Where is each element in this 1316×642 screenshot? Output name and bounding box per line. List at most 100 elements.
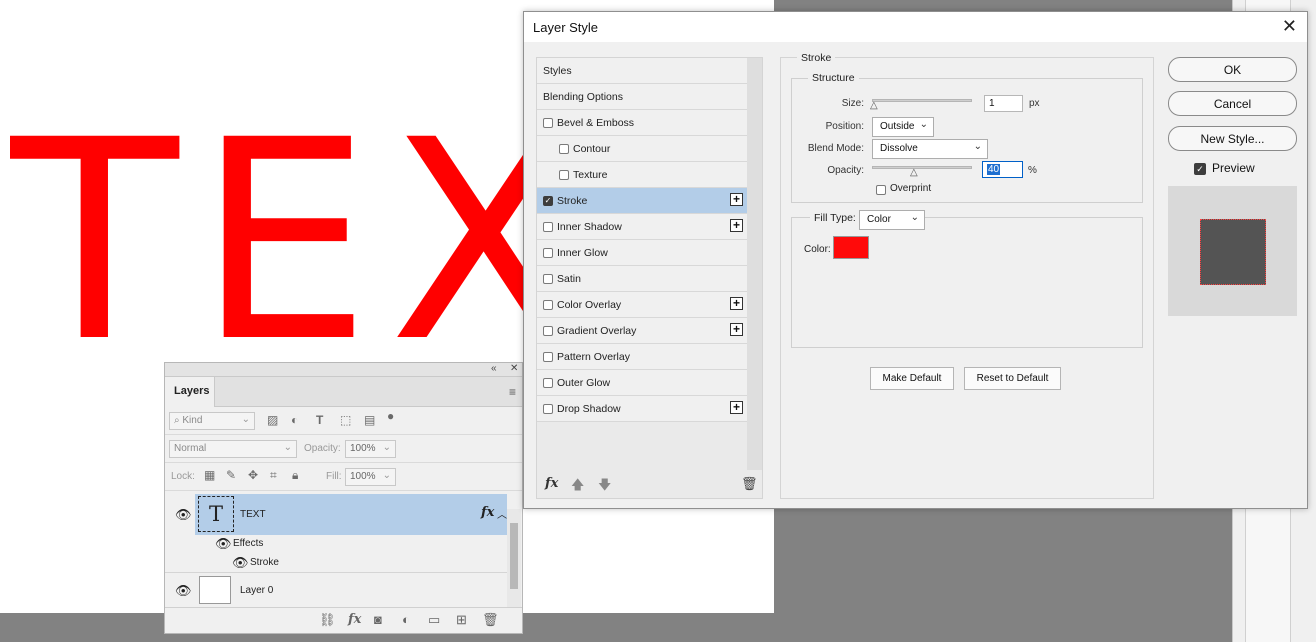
opacity-slider-track[interactable] bbox=[872, 166, 972, 169]
style-item-outer-glow[interactable]: Outer Glow bbox=[537, 370, 747, 396]
style-checkbox[interactable] bbox=[543, 274, 553, 284]
opacity-field[interactable]: 100% ⌄ bbox=[345, 440, 396, 458]
ok-button[interactable]: OK bbox=[1168, 57, 1297, 82]
move-up-arrow-icon[interactable]: 🡅 bbox=[571, 476, 584, 498]
style-item-label: Outer Glow bbox=[557, 377, 611, 389]
size-input[interactable]: 1 bbox=[984, 95, 1023, 112]
style-checkbox[interactable] bbox=[543, 222, 553, 232]
style-checkbox[interactable] bbox=[543, 404, 553, 414]
close-panel-icon[interactable]: ✕ bbox=[510, 363, 518, 374]
adjustment-filter-icon[interactable]: ◐ bbox=[291, 413, 298, 427]
stroke-visibility-eye-icon[interactable]: 👁︎ bbox=[232, 555, 249, 571]
link-layers-icon[interactable]: ⛓︎ bbox=[319, 612, 336, 628]
cancel-button[interactable]: Cancel bbox=[1168, 91, 1297, 116]
new-layer-icon[interactable]: ⊞ bbox=[456, 612, 467, 628]
panel-menu-icon[interactable]: ≡ bbox=[509, 385, 516, 399]
style-checkbox[interactable] bbox=[543, 118, 553, 128]
stroke-effect-row[interactable]: 👁︎ Stroke bbox=[165, 554, 508, 573]
fill-field[interactable]: 100% ⌄ bbox=[345, 468, 396, 486]
styles-scrollbar[interactable] bbox=[747, 58, 762, 470]
blend-mode-dropdown[interactable]: Dissolve ⌄ bbox=[872, 139, 988, 159]
visibility-eye-icon[interactable]: 👁︎ bbox=[175, 583, 192, 599]
new-group-folder-icon[interactable]: ▭ bbox=[428, 612, 440, 628]
shape-filter-icon[interactable]: ⬚ bbox=[340, 413, 351, 427]
style-checkbox[interactable] bbox=[559, 170, 569, 180]
opacity-input[interactable]: 40 bbox=[982, 161, 1023, 178]
add-instance-plus-icon[interactable]: + bbox=[730, 193, 743, 206]
chevron-down-icon: ⌄ bbox=[382, 442, 391, 453]
size-slider-track[interactable] bbox=[872, 99, 972, 102]
style-item-color-overlay[interactable]: Color Overlay + bbox=[537, 292, 747, 318]
blend-mode-dropdown[interactable]: Normal ⌄ bbox=[169, 440, 297, 458]
make-default-button[interactable]: Make Default bbox=[870, 367, 954, 390]
style-item-gradient-overlay[interactable]: Gradient Overlay + bbox=[537, 318, 747, 344]
collapse-icon[interactable]: « bbox=[491, 363, 497, 374]
type-filter-icon[interactable]: T bbox=[316, 413, 323, 427]
stroke-color-swatch[interactable] bbox=[833, 236, 869, 259]
delete-effect-trash-icon[interactable]: 🗑︎ bbox=[741, 476, 758, 492]
fill-type-label: Fill Type: bbox=[810, 212, 860, 224]
image-filter-icon[interactable]: ▨ bbox=[267, 413, 278, 427]
style-item-pattern-overlay[interactable]: Pattern Overlay bbox=[537, 344, 747, 370]
blending-options-item[interactable]: Blending Options bbox=[537, 84, 747, 110]
new-style-button[interactable]: New Style... bbox=[1168, 126, 1297, 151]
add-effect-fx-icon[interactable]: fx bbox=[545, 476, 558, 491]
effects-row[interactable]: 👁︎ Effects bbox=[165, 535, 508, 554]
fx-icon[interactable]: fx bbox=[481, 505, 494, 520]
add-instance-plus-icon[interactable]: + bbox=[730, 323, 743, 336]
style-item-satin[interactable]: Satin bbox=[537, 266, 747, 292]
style-checkbox[interactable] bbox=[543, 378, 553, 388]
style-item-inner-shadow[interactable]: Inner Shadow + bbox=[537, 214, 747, 240]
add-mask-icon[interactable]: ◙ bbox=[374, 612, 382, 627]
style-item-drop-shadow[interactable]: Drop Shadow + bbox=[537, 396, 747, 422]
lock-all-icon[interactable]: 🔒︎ bbox=[292, 468, 298, 483]
preview-checkbox[interactable]: ✓ bbox=[1194, 163, 1206, 175]
filter-kind-dropdown[interactable]: ⌕ Kind ⌄ bbox=[169, 412, 255, 430]
reset-to-default-button[interactable]: Reset to Default bbox=[964, 367, 1061, 390]
style-checkbox[interactable] bbox=[543, 352, 553, 362]
add-instance-plus-icon[interactable]: + bbox=[730, 219, 743, 232]
new-adjustment-layer-icon[interactable]: ◐ bbox=[402, 612, 410, 627]
close-icon[interactable]: ✕ bbox=[1282, 16, 1297, 37]
fill-label: Fill: bbox=[326, 471, 342, 482]
style-checkbox[interactable] bbox=[543, 300, 553, 310]
style-item-contour[interactable]: Contour bbox=[537, 136, 747, 162]
chevron-down-icon: ⌄ bbox=[919, 119, 928, 130]
smart-object-filter-icon[interactable]: ▤ bbox=[364, 413, 375, 427]
style-checkbox[interactable] bbox=[559, 144, 569, 154]
effects-label: Effects bbox=[233, 538, 264, 549]
effects-visibility-eye-icon[interactable]: 👁︎ bbox=[215, 536, 232, 552]
lock-position-move-icon[interactable]: ✥ bbox=[248, 468, 258, 482]
style-checkbox[interactable] bbox=[543, 326, 553, 336]
add-instance-plus-icon[interactable]: + bbox=[730, 401, 743, 414]
filter-toggle-icon[interactable]: ● bbox=[387, 409, 394, 423]
tab-layers[interactable]: Layers bbox=[165, 377, 215, 407]
layer-row-layer-0[interactable]: 👁︎ Layer 0 bbox=[165, 574, 508, 604]
layers-scrollbar[interactable] bbox=[507, 509, 521, 607]
style-checkbox[interactable] bbox=[543, 248, 553, 258]
style-item-inner-glow[interactable]: Inner Glow bbox=[537, 240, 747, 266]
chevron-down-icon: ⌄ bbox=[241, 414, 250, 425]
chevron-up-icon[interactable]: ︿ bbox=[497, 506, 507, 521]
delete-layer-trash-icon[interactable]: 🗑︎ bbox=[482, 612, 499, 628]
layer-row-text[interactable]: 👁︎ T TEXT fx ︿ bbox=[165, 494, 508, 535]
opacity-label: Opacity: bbox=[827, 165, 864, 176]
style-item-bevel-emboss[interactable]: Bevel & Emboss bbox=[537, 110, 747, 136]
add-style-fx-icon[interactable]: fx bbox=[348, 612, 361, 627]
lock-transparent-icon[interactable]: ▦ bbox=[204, 468, 215, 482]
styles-header[interactable]: Styles bbox=[537, 58, 747, 84]
size-slider-handle[interactable]: △ bbox=[870, 100, 880, 111]
add-instance-plus-icon[interactable]: + bbox=[730, 297, 743, 310]
opacity-slider-handle[interactable]: △ bbox=[910, 167, 920, 178]
style-item-stroke[interactable]: ✓ Stroke + bbox=[537, 188, 747, 214]
move-down-arrow-icon[interactable]: 🡇 bbox=[598, 476, 611, 498]
style-preview bbox=[1168, 186, 1297, 316]
overprint-checkbox[interactable] bbox=[876, 185, 886, 195]
lock-pixels-brush-icon[interactable]: ✎ bbox=[226, 468, 236, 482]
style-item-texture[interactable]: Texture bbox=[537, 162, 747, 188]
lock-artboard-icon[interactable]: ⌗ bbox=[270, 468, 277, 483]
position-dropdown[interactable]: Outside ⌄ bbox=[872, 117, 934, 137]
style-checkbox[interactable]: ✓ bbox=[543, 196, 553, 206]
visibility-eye-icon[interactable]: 👁︎ bbox=[175, 507, 192, 523]
fill-type-dropdown[interactable]: Color ⌄ bbox=[859, 210, 925, 230]
